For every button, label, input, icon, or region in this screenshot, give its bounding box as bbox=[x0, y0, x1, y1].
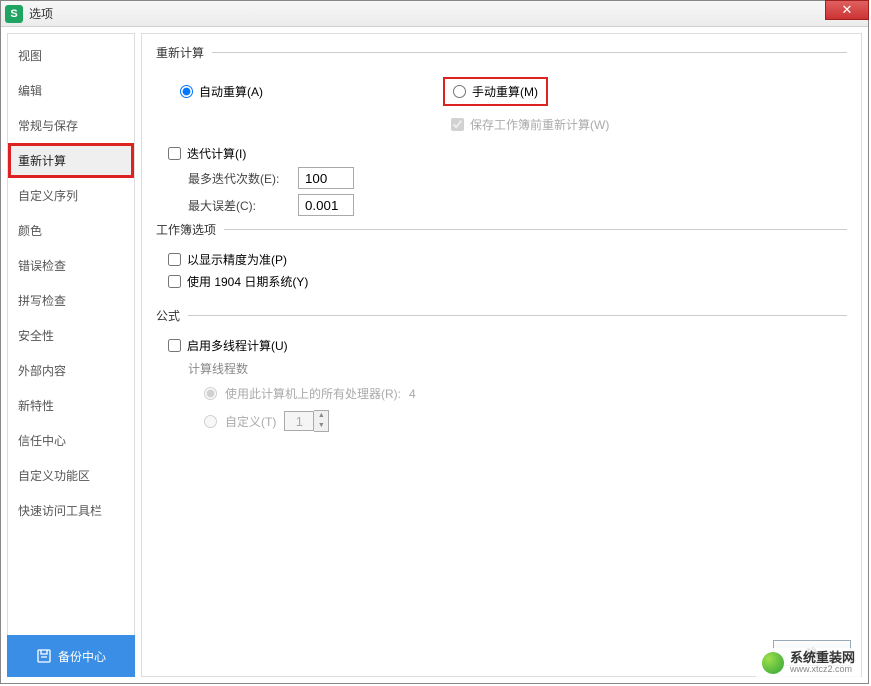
date1904-row: 使用 1904 日期系统(Y) bbox=[168, 273, 847, 290]
max-iter-row: 最多迭代次数(E): bbox=[188, 167, 847, 189]
save-before-recalc-label: 保存工作簿前重新计算(W) bbox=[470, 116, 609, 133]
max-change-input[interactable] bbox=[298, 194, 354, 216]
backup-center-button[interactable]: 备份中心 bbox=[7, 635, 135, 677]
sidebar-item-color[interactable]: 颜色 bbox=[8, 213, 134, 248]
footer-buttons: 确 bbox=[773, 640, 851, 666]
close-button[interactable]: ✕ bbox=[825, 0, 869, 20]
titlebar: S 选项 ✕ bbox=[1, 1, 868, 27]
backup-label: 备份中心 bbox=[58, 648, 106, 665]
sidebar-item-qat[interactable]: 快速访问工具栏 bbox=[8, 493, 134, 528]
custom-threads-row: 自定义(T) ▲ ▼ bbox=[204, 410, 847, 432]
date1904-label: 使用 1904 日期系统(Y) bbox=[187, 273, 308, 290]
sidebar-item-errorcheck[interactable]: 错误检查 bbox=[8, 248, 134, 283]
manual-recalc-label: 手动重算(M) bbox=[472, 83, 538, 100]
save-before-recalc-row: 保存工作簿前重新计算(W) bbox=[451, 116, 847, 133]
auto-recalc-input[interactable] bbox=[180, 85, 193, 98]
custom-threads-input bbox=[284, 411, 314, 431]
formula-section: 公式 启用多线程计算(U) 计算线程数 使用此计算机上的所有处理器(R): 4 … bbox=[156, 307, 847, 432]
max-change-label: 最大误差(C): bbox=[188, 197, 288, 214]
manual-recalc-radio[interactable]: 手动重算(M) bbox=[453, 83, 538, 100]
max-iter-label: 最多迭代次数(E): bbox=[188, 170, 288, 187]
sidebar-item-trust[interactable]: 信任中心 bbox=[8, 423, 134, 458]
iteration-checkbox[interactable] bbox=[168, 147, 181, 160]
sidebar-item-ribbon[interactable]: 自定义功能区 bbox=[8, 458, 134, 493]
spinner-down-icon: ▼ bbox=[314, 421, 328, 431]
sidebar-item-security[interactable]: 安全性 bbox=[8, 318, 134, 353]
dialog-body: 视图 编辑 常规与保存 重新计算 自定义序列 颜色 错误检查 拼写检查 安全性 … bbox=[1, 27, 868, 683]
sidebar-item-recalc[interactable]: 重新计算 bbox=[8, 143, 134, 178]
sidebar-item-edit[interactable]: 编辑 bbox=[8, 73, 134, 108]
multithread-label: 启用多线程计算(U) bbox=[187, 337, 288, 354]
processor-count: 4 bbox=[409, 387, 416, 401]
sidebar-item-new[interactable]: 新特性 bbox=[8, 388, 134, 423]
precision-label: 以显示精度为准(P) bbox=[187, 251, 287, 268]
workbook-options-section: 工作簿选项 以显示精度为准(P) 使用 1904 日期系统(Y) bbox=[156, 221, 847, 295]
sidebar: 视图 编辑 常规与保存 重新计算 自定义序列 颜色 错误检查 拼写检查 安全性 … bbox=[7, 33, 135, 677]
options-dialog: S 选项 ✕ 视图 编辑 常规与保存 重新计算 自定义序列 颜色 错误检查 拼写… bbox=[0, 0, 869, 684]
sidebar-item-external[interactable]: 外部内容 bbox=[8, 353, 134, 388]
threads-label: 计算线程数 bbox=[188, 360, 847, 377]
manual-recalc-input[interactable] bbox=[453, 85, 466, 98]
auto-recalc-radio[interactable]: 自动重算(A) bbox=[180, 83, 263, 100]
iteration-row: 迭代计算(I) bbox=[168, 145, 847, 162]
close-icon: ✕ bbox=[842, 2, 853, 18]
ok-button[interactable]: 确 bbox=[773, 640, 851, 666]
precision-checkbox[interactable] bbox=[168, 253, 181, 266]
sidebar-item-spellcheck[interactable]: 拼写检查 bbox=[8, 283, 134, 318]
use-all-processors-row: 使用此计算机上的所有处理器(R): 4 bbox=[204, 385, 847, 402]
manual-recalc-highlight: 手动重算(M) bbox=[443, 77, 548, 106]
precision-row: 以显示精度为准(P) bbox=[168, 251, 847, 268]
workbook-options-legend: 工作簿选项 bbox=[156, 221, 224, 238]
auto-recalc-label: 自动重算(A) bbox=[199, 83, 263, 100]
content-pane: 重新计算 自动重算(A) 手动重算(M) 保存工作簿前重 bbox=[141, 33, 862, 677]
app-icon: S bbox=[5, 5, 23, 23]
custom-threads-label: 自定义(T) bbox=[225, 413, 276, 430]
custom-threads-radio bbox=[204, 415, 217, 428]
max-iter-input[interactable] bbox=[298, 167, 354, 189]
multithread-row: 启用多线程计算(U) bbox=[168, 337, 847, 354]
use-all-label: 使用此计算机上的所有处理器(R): bbox=[225, 385, 401, 402]
sidebar-list: 视图 编辑 常规与保存 重新计算 自定义序列 颜色 错误检查 拼写检查 安全性 … bbox=[8, 34, 134, 635]
max-change-row: 最大误差(C): bbox=[188, 194, 847, 216]
formula-legend: 公式 bbox=[156, 307, 188, 324]
date1904-checkbox[interactable] bbox=[168, 275, 181, 288]
window-title: 选项 bbox=[29, 5, 53, 22]
sidebar-item-view[interactable]: 视图 bbox=[8, 38, 134, 73]
sidebar-item-general[interactable]: 常规与保存 bbox=[8, 108, 134, 143]
recalc-legend: 重新计算 bbox=[156, 44, 212, 61]
save-before-recalc-checkbox bbox=[451, 118, 464, 131]
backup-icon bbox=[36, 648, 52, 664]
custom-threads-spinner: ▲ ▼ bbox=[284, 410, 329, 432]
sidebar-item-customlist[interactable]: 自定义序列 bbox=[8, 178, 134, 213]
recalc-section: 重新计算 自动重算(A) 手动重算(M) 保存工作簿前重 bbox=[156, 44, 847, 133]
use-all-radio bbox=[204, 387, 217, 400]
multithread-checkbox[interactable] bbox=[168, 339, 181, 352]
spinner-up-icon: ▲ bbox=[314, 411, 328, 421]
iteration-label: 迭代计算(I) bbox=[187, 145, 246, 162]
